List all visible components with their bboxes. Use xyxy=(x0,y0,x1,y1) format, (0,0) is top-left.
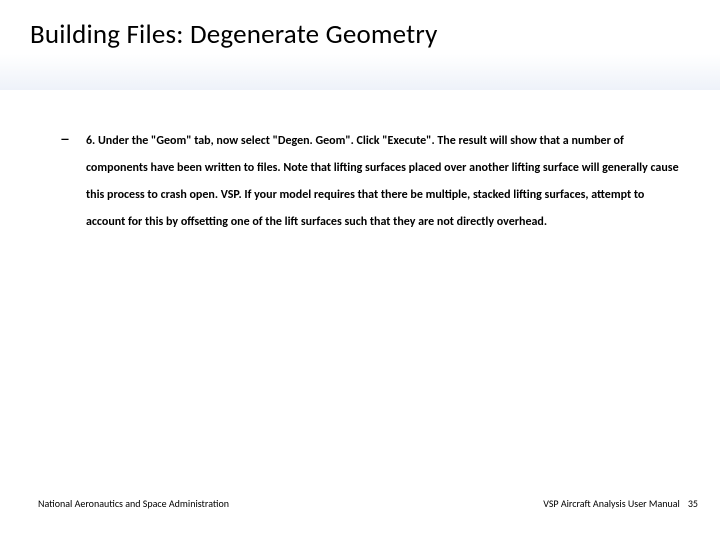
bullet-item: – 6. Under the "Geom" tab, now select "D… xyxy=(60,128,680,236)
slide-title: Building Files: Degenerate Geometry xyxy=(30,18,720,51)
bullet-dash-icon: – xyxy=(60,125,70,153)
footer-org: National Aeronautics and Space Administr… xyxy=(38,497,229,510)
header-region: Building Files: Degenerate Geometry xyxy=(0,0,720,90)
footer-right: VSP Aircraft Analysis User Manual 35 xyxy=(543,497,698,510)
content-region: – 6. Under the "Geom" tab, now select "D… xyxy=(0,90,720,236)
bullet-text: 6. Under the "Geom" tab, now select "Deg… xyxy=(86,128,680,236)
page-number: 35 xyxy=(688,497,698,510)
footer-manual: VSP Aircraft Analysis User Manual xyxy=(543,497,680,510)
footer-region: National Aeronautics and Space Administr… xyxy=(0,497,720,510)
